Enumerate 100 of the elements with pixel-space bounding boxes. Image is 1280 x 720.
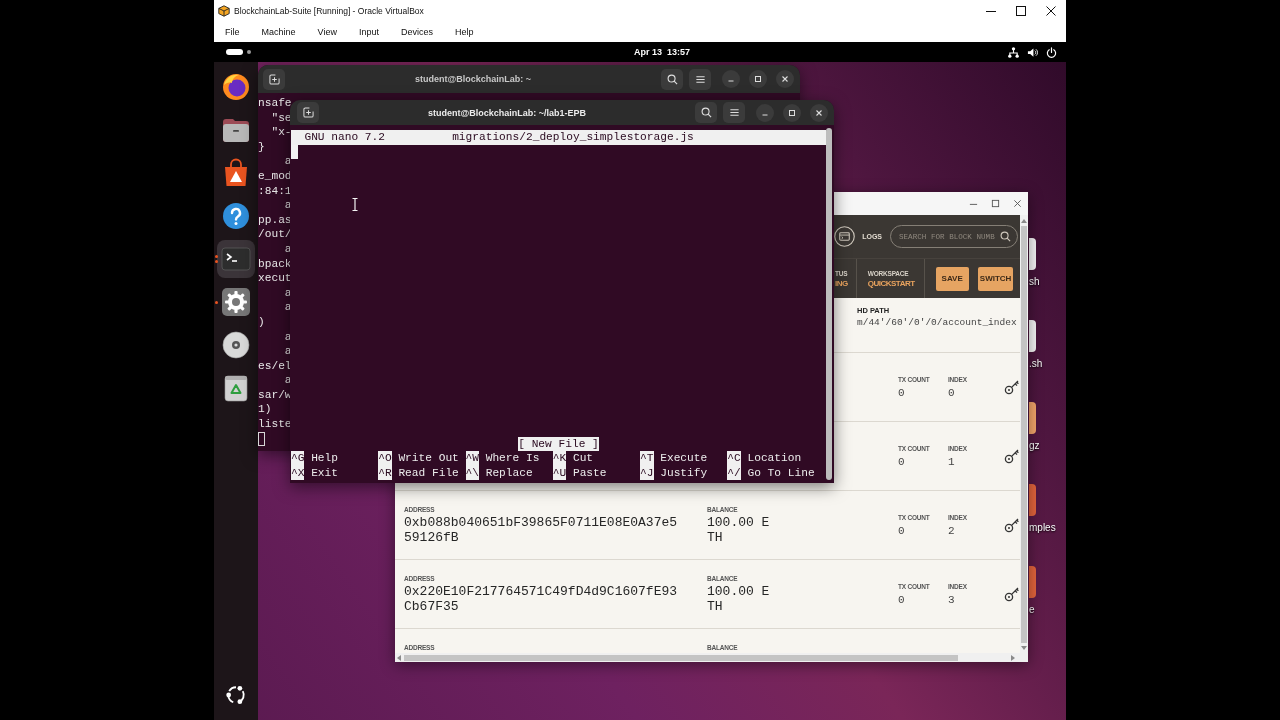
shortcut-key: ^G xyxy=(291,451,305,466)
disc-icon xyxy=(221,330,251,360)
close-button[interactable] xyxy=(776,70,794,88)
menu-item[interactable]: View xyxy=(306,25,348,39)
shortcut-label: Exit xyxy=(311,465,338,481)
scroll-down-arrow-icon[interactable] xyxy=(1021,646,1027,650)
shortcut-label: Help xyxy=(311,451,338,466)
file-label: gz xyxy=(1029,440,1040,452)
shortcut-label: Write Out xyxy=(398,451,459,466)
terminal-line: :84:1 xyxy=(258,183,292,199)
menu-icon xyxy=(694,73,706,85)
switch-button[interactable]: SWITCH xyxy=(977,266,1014,291)
terminal-line: "se xyxy=(270,110,292,126)
minimize-button[interactable] xyxy=(756,103,774,122)
scroll-right-arrow-icon[interactable] xyxy=(1011,654,1015,661)
editor-version: GNU nano 7.2 xyxy=(304,130,385,145)
maximize-button[interactable] xyxy=(749,70,767,88)
archive-icon[interactable] xyxy=(1029,402,1036,434)
shortcut-label: Replace xyxy=(485,465,533,481)
file-name: migrations/2_deploy_simplestorage.js xyxy=(452,130,694,145)
new-tab-icon xyxy=(268,73,280,85)
terminal-line: e_mod xyxy=(258,168,292,184)
minimize-button[interactable] xyxy=(722,70,740,88)
network-icon[interactable] xyxy=(1008,46,1019,58)
file-icon[interactable] xyxy=(1029,320,1036,352)
index-value: 1 xyxy=(948,455,955,469)
new-tab-button[interactable] xyxy=(263,68,285,90)
workspace-indicator-icon[interactable] xyxy=(226,49,252,55)
scrollbar-thumb[interactable] xyxy=(1021,226,1027,643)
workspace-name: QUICKSTART xyxy=(867,277,915,289)
power-icon[interactable] xyxy=(1046,46,1057,58)
search-button[interactable] xyxy=(661,68,683,90)
menu-button[interactable] xyxy=(689,68,711,90)
gear-icon xyxy=(221,287,251,317)
search-button[interactable] xyxy=(695,102,717,123)
shortcut-label: Read File xyxy=(398,465,459,481)
terminal-icon xyxy=(221,244,251,274)
terminal-line: ) xyxy=(258,314,265,330)
status-message: [ New File ] xyxy=(518,436,599,452)
menu-item[interactable]: Help xyxy=(443,25,485,39)
recycle-bin-icon xyxy=(221,373,251,403)
terminal-line: bpack xyxy=(258,256,292,272)
terminal-line: liste xyxy=(258,417,292,432)
file-label: .sh xyxy=(1029,358,1043,370)
menu-item[interactable]: Devices xyxy=(389,25,444,39)
clock[interactable]: Apr 13 13:57 xyxy=(634,47,690,57)
index-value: 3 xyxy=(948,593,955,607)
close-icon xyxy=(1012,199,1022,208)
menu-icon xyxy=(728,107,740,118)
new-tab-button[interactable] xyxy=(297,102,319,123)
menu-item[interactable]: Input xyxy=(347,25,390,39)
balance-value: 100.00 ETH xyxy=(707,515,770,545)
terminal-line: "x- xyxy=(270,125,292,140)
shortcut-key: ^W xyxy=(465,451,479,466)
browser-icon xyxy=(221,72,251,102)
shortcut-label: Paste xyxy=(572,465,607,481)
console-icon xyxy=(834,226,856,247)
scrollbar-thumb[interactable] xyxy=(404,654,958,661)
shortcut-key: ^T xyxy=(640,451,654,466)
key-icon[interactable] xyxy=(1004,517,1020,533)
shortcut-key: ^C xyxy=(727,451,741,466)
menu-item[interactable]: Machine xyxy=(250,25,307,39)
terminal-line: pp.as xyxy=(258,212,292,228)
scroll-up-arrow-icon[interactable] xyxy=(1021,219,1027,223)
key-icon[interactable] xyxy=(1004,586,1020,602)
window-title: student@BlockchainLab: ~/lab1-EPB xyxy=(426,107,588,118)
tx-count-value: 0 xyxy=(898,593,905,607)
save-button[interactable]: SAVE xyxy=(935,266,969,291)
status-value: ING xyxy=(835,277,848,289)
shortcut-key: ^K xyxy=(552,451,567,466)
key-icon[interactable] xyxy=(1004,379,1020,395)
shortcut-key: ^O xyxy=(378,451,392,466)
close-icon xyxy=(781,75,789,83)
menu-item[interactable]: File xyxy=(214,25,251,39)
three-dot-ring-icon[interactable] xyxy=(225,684,247,706)
terminal-line: es/el xyxy=(258,358,292,374)
tx-count-value: 0 xyxy=(898,386,905,400)
file-label: e xyxy=(1029,604,1035,616)
i-beam-pointer-icon xyxy=(352,198,358,211)
search-icon xyxy=(700,107,712,118)
menu-button[interactable] xyxy=(723,102,745,123)
address-value: 0xb088b040651bF39865F0711E08E0A37e559126fB xyxy=(404,515,678,545)
key-icon[interactable] xyxy=(1004,448,1020,464)
cube-icon xyxy=(218,5,230,17)
shortcut-label: Cut xyxy=(572,451,594,466)
tx-count-value: 0 xyxy=(898,524,905,538)
scroll-left-arrow-icon[interactable] xyxy=(397,654,401,661)
address-value: 0x220E10F217764571C49fD4d9C1607fE93Cb67F35 xyxy=(404,584,678,614)
file-label: sh xyxy=(1029,276,1040,288)
close-icon xyxy=(1046,6,1056,16)
terminal-line: } xyxy=(258,139,265,155)
search-icon xyxy=(666,73,678,85)
file-icon[interactable] xyxy=(1029,238,1036,270)
new-tab-icon xyxy=(302,107,314,118)
shortcut-label: Go To Line xyxy=(747,465,815,481)
close-button[interactable] xyxy=(810,103,828,122)
maximize-icon xyxy=(1016,6,1026,16)
maximize-button[interactable] xyxy=(783,103,801,122)
volume-icon[interactable] xyxy=(1027,46,1038,58)
hd-path-value: m/44'/60'/0'/0/account_index xyxy=(857,316,1018,329)
